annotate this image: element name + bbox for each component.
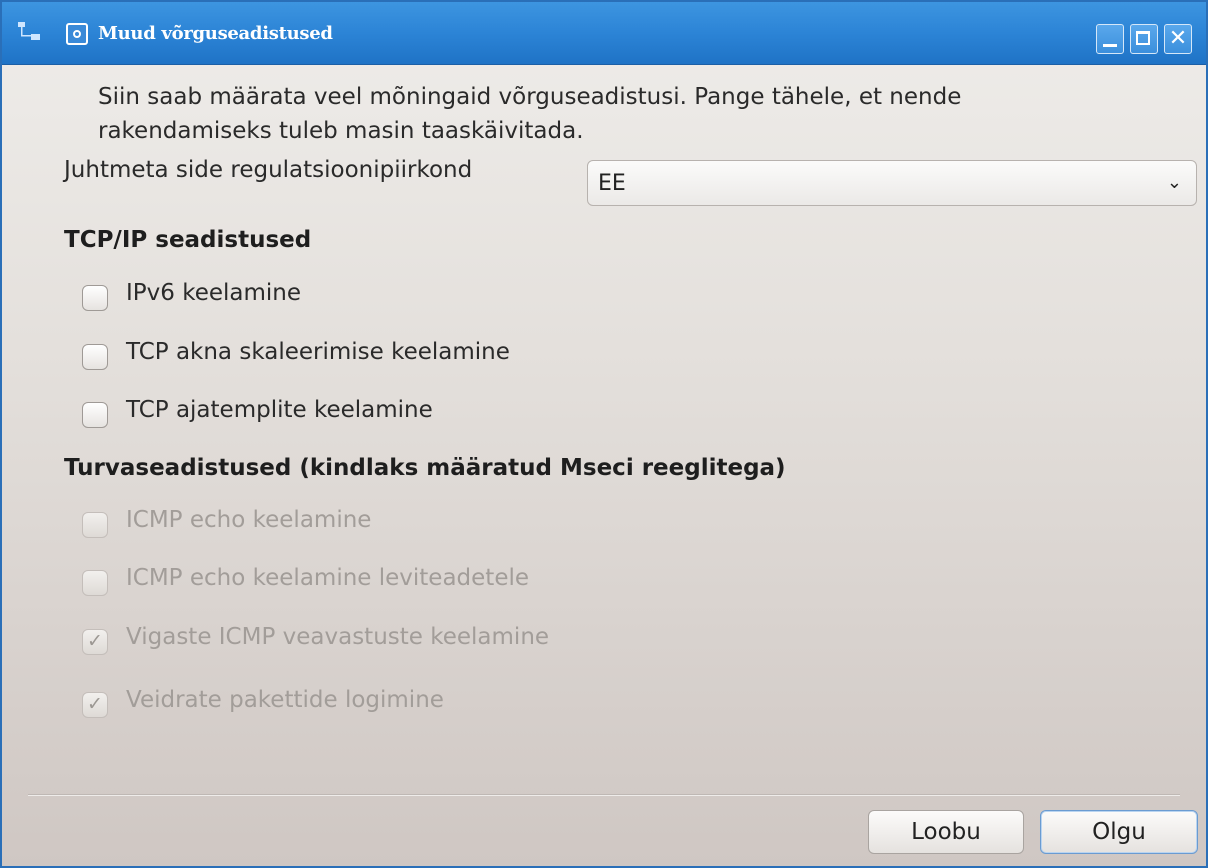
minimize-button[interactable] <box>1096 24 1124 54</box>
checkbox-box: ✓ <box>82 629 108 655</box>
checkbox-label: TCP ajatemplite keelamine <box>126 397 433 423</box>
checkbox-box[interactable] <box>82 402 108 428</box>
button-divider <box>28 794 1180 796</box>
intro-text: Siin saab määrata veel mõningaid võrguse… <box>98 84 962 144</box>
app-icon <box>66 23 88 45</box>
checkmark-icon: ✓ <box>87 693 103 715</box>
checkbox-label: IPv6 keelamine <box>126 280 302 306</box>
close-button[interactable]: ✕ <box>1164 24 1192 54</box>
regulatory-domain-label: Juhtmeta side regulatsioonipiirkond <box>64 157 473 183</box>
checkbox-box <box>82 512 108 538</box>
security-section-heading: Turvaseadistused (kindlaks määratud Msec… <box>64 455 786 481</box>
checkbox-label: TCP akna skaleerimise keelamine <box>126 339 510 365</box>
network-icon <box>18 22 40 40</box>
cancel-button[interactable]: Loobu <box>868 810 1024 854</box>
checkbox-label: ICMP echo keelamine leviteadetele <box>126 565 530 591</box>
maximize-button[interactable] <box>1130 24 1158 54</box>
checkbox-label: ICMP echo keelamine <box>126 507 372 533</box>
checkbox-box: ✓ <box>82 692 108 718</box>
title-bar[interactable]: Muud võrguseadistused ✕ <box>2 2 1206 65</box>
checkbox-box <box>82 570 108 596</box>
chevron-down-icon: ⌄ <box>1166 172 1182 193</box>
checkbox-box[interactable] <box>82 344 108 370</box>
checkbox-label: Vigaste ICMP veavastuste keelamine <box>126 624 550 650</box>
regulatory-domain-value: EE <box>598 171 626 196</box>
window-title: Muud võrguseadistused <box>98 23 333 44</box>
regulatory-domain-select[interactable]: EE ⌄ <box>587 160 1197 206</box>
dialog-window: Muud võrguseadistused ✕ Siin saab määrat… <box>0 0 1208 868</box>
checkbox-box[interactable] <box>82 285 108 311</box>
ok-button[interactable]: Olgu <box>1040 810 1198 854</box>
tcp-section-heading: TCP/IP seadistused <box>64 227 312 253</box>
checkbox-label: Veidrate pakettide logimine <box>126 687 444 713</box>
checkmark-icon: ✓ <box>87 630 103 652</box>
